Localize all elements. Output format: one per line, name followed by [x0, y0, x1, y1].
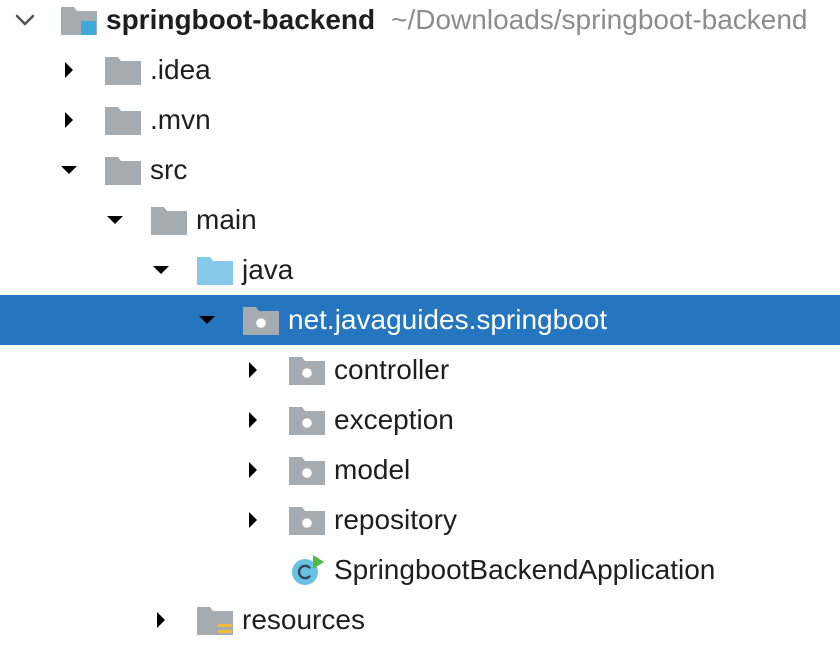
chevron-down-icon[interactable] [102, 207, 128, 233]
chevron-right-icon[interactable] [56, 57, 82, 83]
tree-item-label: java [242, 254, 294, 285]
folder-icon [104, 154, 142, 186]
tree-item-label: exception [334, 404, 454, 435]
tree-item-label: SpringbootBackendApplication [334, 554, 716, 585]
chevron-right-icon[interactable] [240, 357, 266, 383]
chevron-down-icon[interactable] [56, 157, 82, 183]
chevron-right-icon[interactable] [240, 457, 266, 483]
module-folder-icon [60, 4, 98, 36]
tree-item-label: .mvn [150, 104, 211, 135]
tree-item-label: model [334, 454, 411, 485]
chevron-right-icon[interactable] [240, 507, 266, 533]
package-icon [288, 504, 326, 536]
tree-row-resources[interactable]: resources [0, 595, 840, 645]
tree-item-label: repository [334, 504, 457, 535]
chevron-right-icon[interactable] [240, 407, 266, 433]
tree-row-repository[interactable]: repository [0, 495, 840, 545]
tree-row-exception[interactable]: exception [0, 395, 840, 445]
project-path: ~/Downloads/springboot-backend [391, 4, 808, 35]
tree-row-package-selected[interactable]: net.javaguides.springboot [0, 295, 840, 345]
package-icon [288, 354, 326, 386]
tree-item-label: main [196, 204, 257, 235]
chevron-down-icon[interactable] [194, 307, 220, 333]
package-icon [288, 454, 326, 486]
project-tree: springboot-backend ~/Downloads/springboo… [0, 0, 840, 635]
tree-item-label: controller [334, 354, 450, 385]
chevron-down-icon[interactable] [12, 7, 38, 33]
tree-item-label: resources [242, 604, 365, 635]
resources-folder-icon [196, 604, 234, 636]
tree-row-idea[interactable]: .idea [0, 45, 840, 95]
tree-row-application-class[interactable]: SpringbootBackendApplication [0, 545, 840, 595]
chevron-down-icon[interactable] [148, 257, 174, 283]
tree-row-main[interactable]: main [0, 195, 840, 245]
package-icon [242, 304, 280, 336]
tree-row-model[interactable]: model [0, 445, 840, 495]
tree-row-mvn[interactable]: .mvn [0, 95, 840, 145]
runnable-class-icon [288, 554, 326, 586]
tree-row-controller[interactable]: controller [0, 345, 840, 395]
project-name: springboot-backend [106, 4, 376, 35]
tree-row-src[interactable]: src [0, 145, 840, 195]
folder-icon [104, 104, 142, 136]
folder-icon [150, 204, 188, 236]
folder-icon [104, 54, 142, 86]
chevron-right-icon[interactable] [148, 607, 174, 633]
chevron-right-icon[interactable] [56, 107, 82, 133]
tree-item-label: net.javaguides.springboot [288, 304, 608, 335]
package-icon [288, 404, 326, 436]
source-folder-icon [196, 254, 234, 286]
tree-item-label: .idea [150, 54, 211, 85]
tree-item-label: src [150, 154, 188, 185]
tree-row-java[interactable]: java [0, 245, 840, 295]
tree-row-project-root[interactable]: springboot-backend ~/Downloads/springboo… [0, 0, 840, 45]
